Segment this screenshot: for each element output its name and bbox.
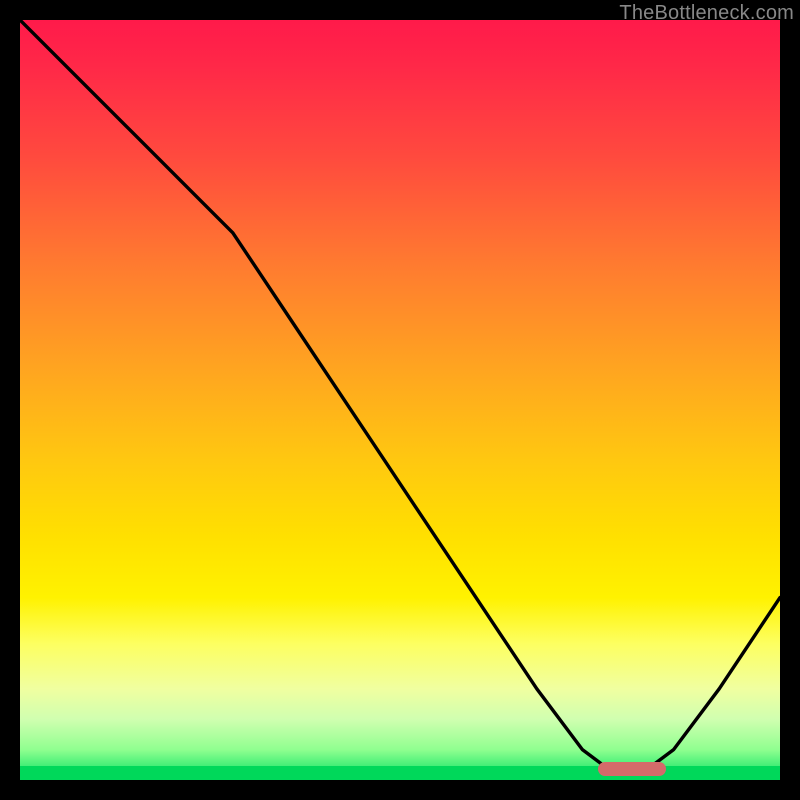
curve-path	[20, 20, 780, 772]
chart-plot-area	[20, 20, 780, 780]
baseline-band	[20, 766, 780, 780]
optimal-marker	[598, 762, 666, 776]
curve-svg	[20, 20, 780, 780]
